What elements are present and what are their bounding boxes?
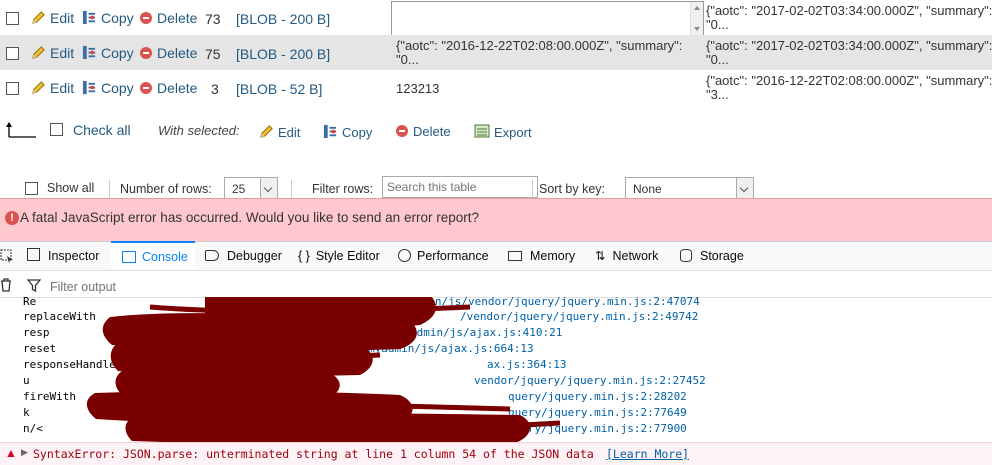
tab-console[interactable]: Console	[111, 241, 195, 269]
console-error-message: SyntaxError: JSON.parse: unterminated st…	[33, 447, 594, 461]
rows-select-value: 25	[232, 182, 246, 196]
filter-rows-input[interactable]	[382, 176, 538, 198]
row-value-cell: 123213	[396, 81, 440, 96]
table-row: Edit Copy Delete 75 [BLOB - 200 B] {"aot…	[0, 35, 992, 70]
row-copy-link[interactable]: Copy	[82, 80, 134, 96]
divider	[291, 180, 292, 198]
element-picker-icon[interactable]	[0, 249, 14, 263]
tab-debugger[interactable]: Debugger	[205, 245, 282, 267]
row-copy-link[interactable]: Copy	[82, 45, 134, 61]
textarea-scrollbar[interactable]	[690, 2, 703, 35]
pencil-icon	[260, 125, 273, 138]
scroll-down-icon[interactable]	[694, 27, 700, 31]
row-id: 3	[211, 81, 219, 97]
console-icon	[122, 251, 136, 263]
row-id: 73	[205, 11, 221, 27]
row-json-cell: {"aotc": "2016-12-22T02:08:00.000Z", "su…	[396, 38, 683, 67]
bulk-export-button[interactable]: Export	[474, 124, 532, 140]
tab-style-editor[interactable]: { } Style Editor	[298, 245, 380, 267]
row-blob-link[interactable]: [BLOB - 52 B]	[236, 81, 322, 97]
delete-icon	[396, 125, 408, 137]
tab-memory[interactable]: Memory	[508, 245, 575, 267]
row-checkbox[interactable]	[6, 12, 19, 25]
row-edit-link[interactable]: Edit	[31, 80, 74, 96]
rows-label: Number of rows:	[120, 182, 212, 196]
delete-icon	[140, 82, 152, 94]
tab-inspector[interactable]: Inspector	[27, 245, 99, 267]
row-delete-link[interactable]: Delete	[140, 10, 197, 26]
row-json-cell: {"aotc": "2017-02-02T03:34:00.000Z", "su…	[706, 38, 992, 67]
arrow-left-up-icon	[6, 122, 36, 138]
redaction-scribble	[86, 297, 561, 442]
show-all-label: Show all	[47, 181, 95, 195]
row-json-cell: {"aotc": "2016-12-22T02:08:00.000Z", "su…	[706, 73, 992, 102]
row-id: 75	[205, 46, 221, 62]
row-delete-link[interactable]: Delete	[140, 80, 197, 96]
memory-icon	[508, 251, 522, 261]
copy-icon	[323, 124, 337, 139]
bulk-copy-button[interactable]: Copy	[323, 124, 372, 140]
warning-icon: ▲	[5, 446, 17, 460]
pencil-icon	[32, 11, 45, 24]
scroll-up-icon[interactable]	[694, 6, 700, 10]
filter-label: Filter rows:	[312, 182, 374, 196]
divider	[109, 180, 110, 198]
sort-label: Sort by key:	[539, 182, 605, 196]
sort-select[interactable]: None	[625, 177, 754, 199]
row-delete-link[interactable]: Delete	[140, 45, 197, 61]
copy-icon	[82, 45, 96, 60]
braces-icon: { }	[298, 249, 310, 263]
divider	[532, 180, 533, 198]
error-icon: !	[5, 211, 19, 225]
trash-icon[interactable]	[0, 278, 12, 292]
error-banner: ! A fatal JavaScript error has occurred.…	[0, 198, 992, 242]
row-blob-link[interactable]: [BLOB - 200 B]	[236, 11, 330, 27]
chevron-down-icon	[260, 178, 277, 198]
show-all-checkbox[interactable]	[25, 182, 38, 195]
pencil-icon	[32, 81, 45, 94]
nav-bar: Show all Number of rows: 25 Filter rows:…	[0, 176, 992, 199]
tab-performance[interactable]: Performance	[398, 245, 489, 267]
filter-icon	[27, 279, 41, 292]
chevron-down-icon	[736, 178, 753, 198]
row-edit-link[interactable]: Edit	[31, 10, 74, 26]
check-all-link[interactable]: Check all	[73, 122, 131, 138]
console-error-row: ▲ ▶ SyntaxError: JSON.parse: unterminate…	[0, 442, 992, 465]
copy-icon	[82, 80, 96, 95]
console-output: Re dmin/js/vendor/jquery/jquery.min.js:2…	[0, 297, 992, 442]
inline-edit-textarea[interactable]	[391, 1, 704, 36]
delete-icon	[140, 12, 152, 24]
bulk-delete-button[interactable]: Delete	[396, 124, 451, 139]
copy-icon	[82, 10, 96, 25]
export-icon	[474, 124, 490, 138]
sort-select-value: None	[633, 182, 662, 196]
delete-icon	[140, 47, 152, 59]
performance-icon	[398, 249, 411, 262]
table-row: Edit Copy Delete 73 [BLOB - 200 B] {"aot…	[0, 0, 992, 36]
expand-triangle-icon[interactable]: ▶	[21, 447, 28, 458]
storage-icon	[680, 249, 692, 262]
pencil-icon	[32, 46, 45, 59]
tab-network[interactable]: ⇅ Network	[595, 245, 658, 267]
tab-console-label: Console	[142, 250, 188, 264]
debugger-icon	[205, 250, 219, 261]
inspector-icon	[27, 248, 40, 261]
rows-select[interactable]: 25	[224, 177, 278, 199]
with-selected-label: With selected:	[158, 123, 240, 138]
table-row: Edit Copy Delete 3 [BLOB - 52 B] 123213 …	[0, 70, 992, 105]
learn-more-link[interactable]: [Learn More]	[606, 447, 689, 461]
row-blob-link[interactable]: [BLOB - 200 B]	[236, 46, 330, 62]
error-banner-text: A fatal JavaScript error has occurred. W…	[20, 210, 479, 225]
row-json-cell: {"aotc": "2017-02-02T03:34:00.000Z", "su…	[706, 3, 992, 32]
row-copy-link[interactable]: Copy	[82, 10, 134, 26]
network-icon: ⇅	[595, 249, 606, 263]
row-checkbox[interactable]	[6, 47, 19, 60]
console-filter-input[interactable]	[48, 276, 452, 298]
bulk-edit-button[interactable]: Edit	[259, 124, 300, 140]
tab-storage[interactable]: Storage	[680, 245, 744, 267]
check-all-checkbox[interactable]	[50, 123, 63, 136]
row-edit-link[interactable]: Edit	[31, 45, 74, 61]
row-checkbox[interactable]	[6, 82, 19, 95]
